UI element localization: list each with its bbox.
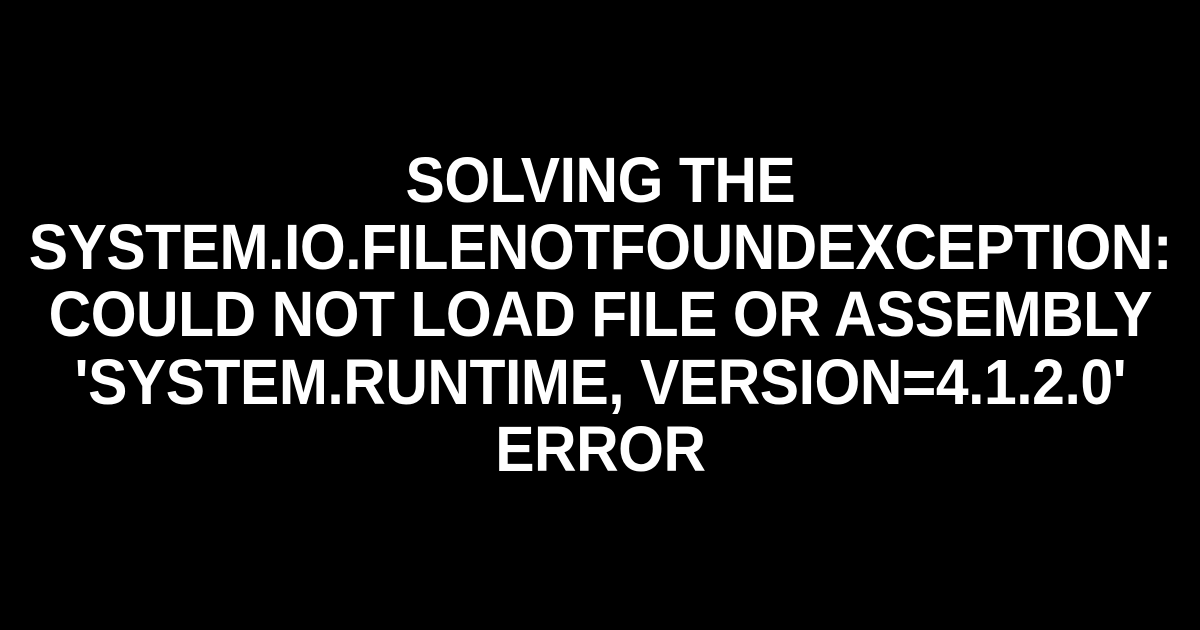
page-title: Solving the System.IO.FileNotFoundExcept… [10, 147, 1190, 483]
